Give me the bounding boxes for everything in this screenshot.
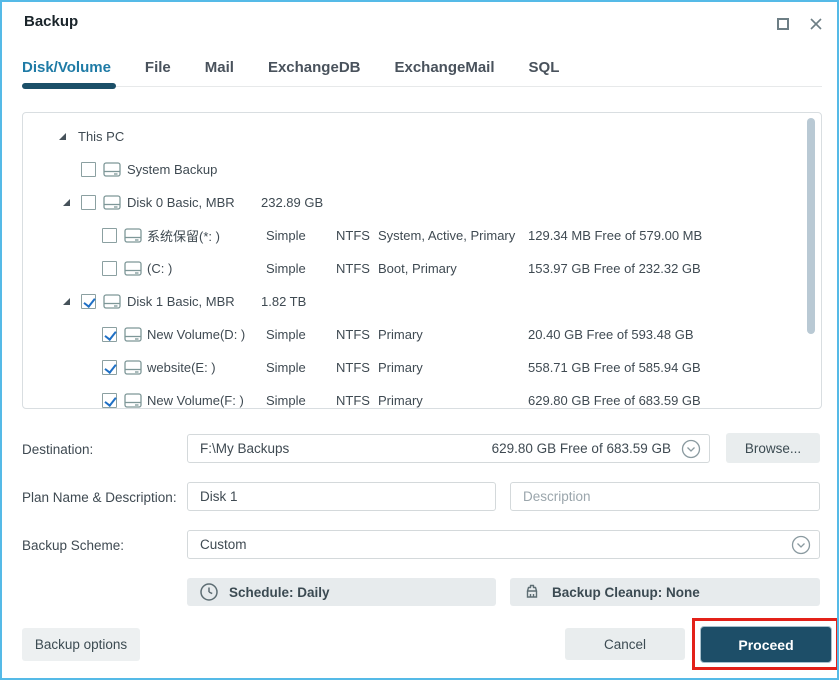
plan-name-label: Plan Name & Description: — [22, 490, 177, 505]
tab-separator — [22, 86, 822, 87]
chevron-down-icon[interactable] — [681, 439, 701, 459]
expand-icon[interactable] — [63, 199, 70, 206]
disk-size: 1.82 TB — [261, 294, 307, 309]
destination-dropdown[interactable]: F:\My Backups 629.80 GB Free of 683.59 G… — [187, 434, 710, 463]
maximize-button[interactable] — [772, 14, 794, 34]
active-tab-underline — [22, 83, 116, 89]
tree-row-c-drive[interactable]: (C: ) Simple NTFS Boot, Primary 153.97 G… — [23, 252, 821, 285]
cancel-button[interactable]: Cancel — [565, 628, 685, 660]
volume-attributes: Primary — [378, 393, 423, 408]
source-tree-panel: This PC System Backup Disk 0 Basic, MBR … — [22, 112, 822, 409]
destination-label: Destination: — [22, 442, 94, 457]
tree-row-label: (C: ) — [147, 261, 173, 276]
volume-icon — [124, 393, 142, 408]
clock-icon — [200, 583, 218, 601]
volume-icon — [124, 327, 142, 342]
backup-scheme-select[interactable]: Custom — [187, 530, 820, 559]
volume-filesystem: NTFS — [336, 360, 370, 375]
backup-scheme-label: Backup Scheme: — [22, 538, 125, 553]
volume-icon — [124, 228, 142, 243]
proceed-button[interactable]: Proceed — [700, 626, 832, 663]
checkbox[interactable] — [102, 327, 117, 342]
description-input[interactable] — [510, 482, 820, 511]
volume-type: Simple — [266, 261, 306, 276]
tab-bar: Disk/Volume File Mail ExchangeDB Exchang… — [22, 59, 559, 76]
cleanup-brush-icon — [526, 584, 538, 598]
expand-icon[interactable] — [59, 133, 66, 140]
volume-type: Simple — [266, 327, 306, 342]
volume-filesystem: NTFS — [336, 393, 370, 408]
close-icon — [810, 18, 822, 30]
close-button[interactable] — [805, 14, 827, 34]
tree-row-disk1[interactable]: Disk 1 Basic, MBR 1.82 TB — [23, 285, 821, 318]
checkbox[interactable] — [81, 195, 96, 210]
window-title: Backup — [24, 13, 79, 30]
tree-scrollbar[interactable] — [807, 118, 815, 334]
tree-row-label: 系统保留(*: ) — [147, 229, 220, 244]
plan-name-input[interactable] — [187, 482, 496, 511]
backup-cleanup-label: Backup Cleanup: None — [552, 584, 700, 600]
volume-free-space: 129.34 MB Free of 579.00 MB — [528, 228, 703, 243]
disk-icon — [103, 195, 121, 210]
tree-row-label: This PC — [78, 129, 125, 144]
browse-button[interactable]: Browse... — [726, 433, 820, 463]
checkbox[interactable] — [102, 261, 117, 276]
volume-icon — [124, 261, 142, 276]
tree-row-label: New Volume(D: ) — [147, 327, 246, 342]
tree-row-label: website(E: ) — [147, 360, 216, 375]
volume-filesystem: NTFS — [336, 261, 370, 276]
tree-row-system-backup[interactable]: System Backup — [23, 153, 821, 186]
schedule-label: Schedule: Daily — [229, 584, 330, 600]
disk-size: 232.89 GB — [261, 195, 324, 210]
backup-scheme-value: Custom — [200, 537, 247, 552]
tree-row-this-pc[interactable]: This PC — [23, 120, 821, 153]
tab-disk-volume[interactable]: Disk/Volume — [22, 59, 111, 76]
checkbox[interactable] — [81, 162, 96, 177]
disk-icon — [103, 294, 121, 309]
tab-file[interactable]: File — [145, 59, 171, 76]
volume-type: Simple — [266, 360, 306, 375]
tree-row-system-reserved[interactable]: 系统保留(*: ) Simple NTFS System, Active, Pr… — [23, 219, 821, 252]
checkbox[interactable] — [102, 228, 117, 243]
volume-filesystem: NTFS — [336, 327, 370, 342]
tree-row-label: System Backup — [127, 162, 218, 177]
tab-exchangedb[interactable]: ExchangeDB — [268, 59, 361, 76]
tree-row-f-drive[interactable]: New Volume(F: ) Simple NTFS Primary 629.… — [23, 384, 821, 408]
volume-free-space: 153.97 GB Free of 232.32 GB — [528, 261, 701, 276]
maximize-icon — [777, 18, 789, 30]
disk-icon — [103, 162, 121, 177]
tree-row-disk0[interactable]: Disk 0 Basic, MBR 232.89 GB — [23, 186, 821, 219]
volume-attributes: Primary — [378, 327, 423, 342]
backup-options-button[interactable]: Backup options — [22, 628, 140, 661]
expand-icon[interactable] — [63, 298, 70, 305]
tree-row-e-drive[interactable]: website(E: ) Simple NTFS Primary 558.71 … — [23, 351, 821, 384]
destination-free-space: 629.80 GB Free of 683.59 GB — [491, 441, 671, 456]
volume-attributes: Boot, Primary — [378, 261, 457, 276]
checkbox[interactable] — [102, 393, 117, 408]
checkbox[interactable] — [81, 294, 96, 309]
volume-free-space: 558.71 GB Free of 585.94 GB — [528, 360, 701, 375]
schedule-button[interactable]: Schedule: Daily — [187, 578, 496, 606]
volume-icon — [124, 360, 142, 375]
tab-sql[interactable]: SQL — [529, 59, 560, 76]
tree-row-label: Disk 0 Basic, MBR — [127, 195, 235, 210]
tree-row-d-drive[interactable]: New Volume(D: ) Simple NTFS Primary 20.4… — [23, 318, 821, 351]
volume-type: Simple — [266, 228, 306, 243]
volume-filesystem: NTFS — [336, 228, 370, 243]
volume-type: Simple — [266, 393, 306, 408]
tree-row-label: New Volume(F: ) — [147, 393, 244, 408]
backup-cleanup-button[interactable]: Backup Cleanup: None — [510, 578, 820, 606]
backup-dialog: Backup Disk/Volume File Mail ExchangeDB … — [0, 0, 839, 680]
volume-attributes: System, Active, Primary — [378, 228, 516, 243]
volume-free-space: 629.80 GB Free of 683.59 GB — [528, 393, 701, 408]
volume-free-space: 20.40 GB Free of 593.48 GB — [528, 327, 694, 342]
volume-attributes: Primary — [378, 360, 423, 375]
tree-row-label: Disk 1 Basic, MBR — [127, 294, 235, 309]
tab-exchangemail[interactable]: ExchangeMail — [394, 59, 494, 76]
destination-path: F:\My Backups — [200, 441, 290, 456]
tab-mail[interactable]: Mail — [205, 59, 234, 76]
checkbox[interactable] — [102, 360, 117, 375]
chevron-down-icon[interactable] — [791, 535, 811, 555]
